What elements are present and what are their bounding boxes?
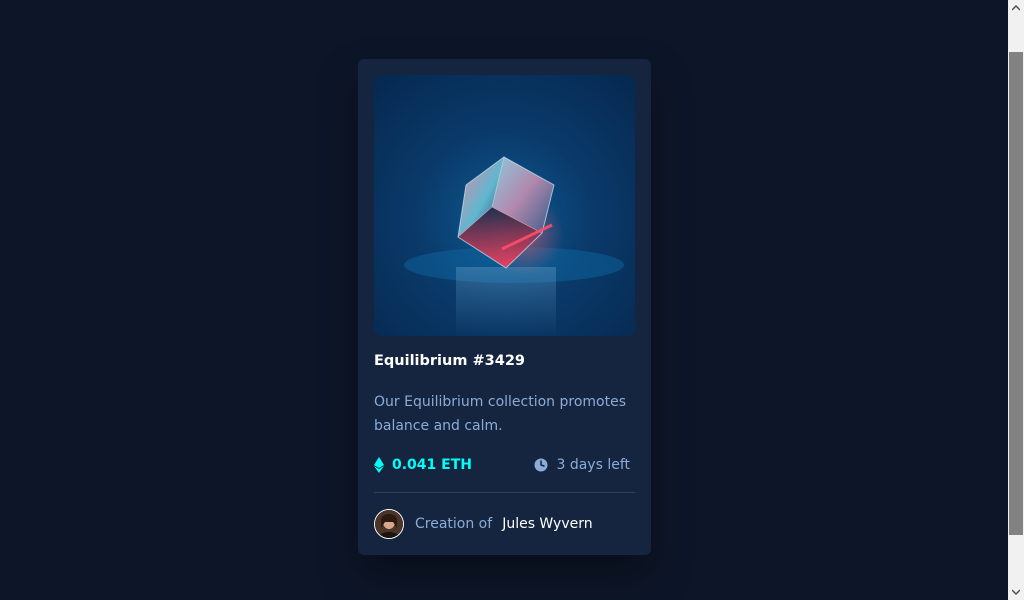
nft-title[interactable]: Equilibrium #3429: [374, 353, 525, 369]
divider: [374, 492, 635, 493]
scrollbar-thumb[interactable]: [1009, 52, 1023, 535]
scroll-up-icon[interactable]: [1008, 0, 1024, 16]
creator-row: Creation of Jules Wyvern: [374, 508, 593, 540]
avatar-image: [375, 510, 403, 538]
avatar: [374, 509, 404, 539]
creator-name-link[interactable]: Jules Wyvern: [502, 516, 592, 532]
equilibrium-cube-image: [404, 156, 624, 336]
time-remaining-text: 3 days left: [556, 457, 630, 473]
scroll-down-icon[interactable]: [1008, 584, 1024, 600]
time-remaining: 3 days left: [534, 455, 630, 475]
nft-description: Our Equilibrium collection promotes bala…: [374, 394, 626, 434]
price: 0.041 ETH: [374, 455, 472, 475]
nft-image[interactable]: [374, 75, 635, 336]
price-value: 0.041 ETH: [392, 457, 472, 473]
creation-prefix: Creation of: [415, 516, 493, 532]
nft-card: Equilibrium #3429 Our Equilibrium collec…: [358, 59, 651, 555]
vertical-scrollbar[interactable]: [1008, 0, 1024, 600]
page-viewport: Equilibrium #3429 Our Equilibrium collec…: [0, 0, 1008, 600]
clock-icon: [534, 458, 548, 472]
ethereum-icon: [374, 457, 384, 473]
